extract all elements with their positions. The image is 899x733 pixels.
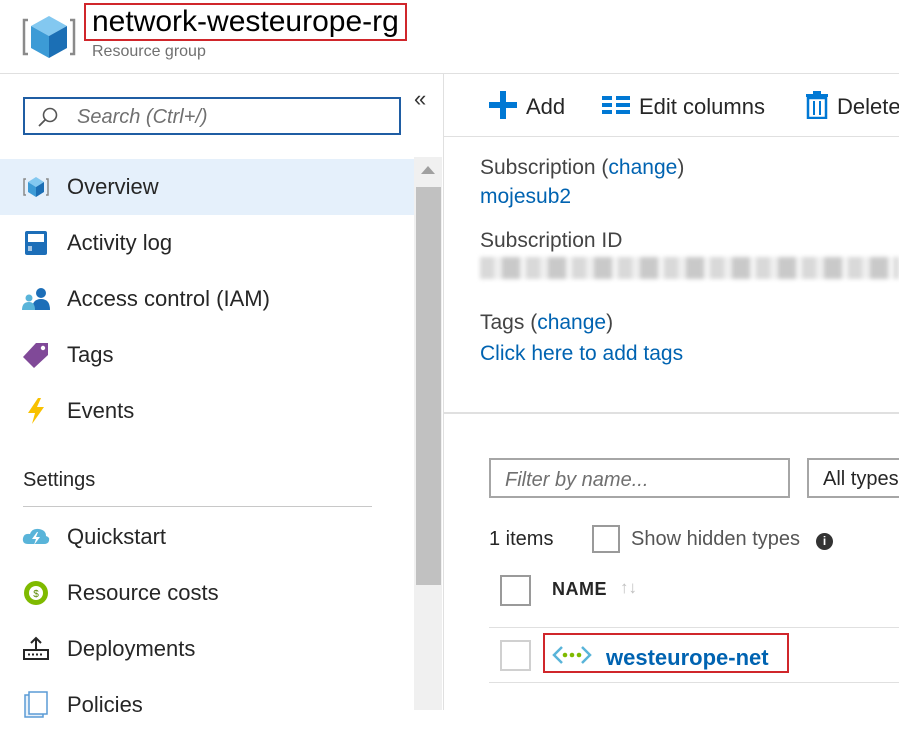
- sidebar-item-label: Deployments: [67, 636, 196, 661]
- add-button[interactable]: Add: [488, 90, 565, 124]
- sidebar-item-label: Resource costs: [67, 580, 219, 605]
- paren-close: ): [606, 311, 614, 334]
- row-divider: [489, 627, 899, 628]
- delete-button[interactable]: Delete: [805, 90, 899, 124]
- columns-icon: [601, 93, 631, 122]
- filter-box[interactable]: [489, 458, 790, 498]
- sidebar-item-label: Policies: [67, 692, 143, 717]
- subscription-value-link[interactable]: mojesub2: [480, 185, 571, 209]
- sidebar-item-label: Quickstart: [67, 524, 167, 549]
- items-count: 1 items: [489, 528, 554, 550]
- search-input[interactable]: [75, 103, 389, 131]
- sidebar-item-activity-log[interactable]: Activity log: [0, 215, 414, 271]
- subscription-id-label: Subscription ID: [480, 229, 623, 252]
- sidebar-item-events[interactable]: Events: [0, 383, 414, 439]
- svg-text:$: $: [33, 589, 39, 600]
- row-checkbox[interactable]: [500, 640, 531, 671]
- edit-columns-button[interactable]: Edit columns: [601, 90, 765, 124]
- row-divider: [489, 682, 899, 683]
- scrollbar-thumb[interactable]: [416, 187, 441, 585]
- sort-arrows-icon[interactable]: ↑↓: [620, 578, 637, 598]
- edit-columns-label: Edit columns: [639, 94, 765, 119]
- add-tags-link[interactable]: Click here to add tags: [480, 342, 683, 366]
- collapse-menu-button[interactable]: «: [414, 86, 426, 112]
- paren-close: ): [677, 156, 685, 179]
- policies-document-icon: [22, 691, 50, 719]
- settings-heading: Settings: [23, 469, 96, 491]
- tag-icon: [22, 341, 50, 369]
- toolbar-divider: [444, 136, 899, 137]
- pane-separator: [443, 74, 444, 710]
- subscription-label: Subscription: [480, 156, 596, 179]
- sidebar-item-policies[interactable]: Policies: [0, 677, 414, 733]
- types-dropdown[interactable]: All types: [807, 458, 899, 498]
- tags-label: Tags: [480, 311, 525, 334]
- scroll-up-arrow-icon[interactable]: [421, 166, 435, 174]
- cloud-lightning-icon: [22, 523, 50, 551]
- sidebar-item-label: Overview: [67, 174, 159, 199]
- trash-icon: [805, 90, 829, 124]
- sidebar-item-label: Tags: [67, 342, 114, 367]
- search-box[interactable]: [23, 97, 401, 135]
- lightning-icon: [22, 397, 50, 425]
- page-subtitle: Resource group: [92, 43, 206, 60]
- sidebar-item-label: Events: [67, 398, 135, 423]
- header-divider: [0, 73, 899, 74]
- change-tags-link[interactable]: change: [537, 311, 606, 334]
- resource-group-cube-icon: [22, 10, 76, 64]
- plus-icon: [488, 90, 518, 125]
- select-all-checkbox[interactable]: [500, 575, 531, 606]
- sidebar-item-deployments[interactable]: Deployments: [0, 621, 414, 677]
- virtual-network-icon: [552, 645, 592, 665]
- subscription-label-row: Subscription (change): [480, 156, 684, 180]
- sidebar-item-label: Activity log: [67, 230, 173, 255]
- resource-name-link[interactable]: westeurope-net: [606, 645, 769, 671]
- tags-label-row: Tags (change): [480, 311, 613, 335]
- deployments-upload-icon: [22, 635, 50, 663]
- delete-label: Delete: [837, 94, 899, 119]
- sidebar-item-access-control[interactable]: Access control (IAM): [0, 271, 414, 327]
- filter-by-name-input[interactable]: [503, 466, 777, 494]
- show-hidden-types-label[interactable]: Show hidden types: [631, 528, 800, 551]
- sidebar-item-tags[interactable]: Tags: [0, 327, 414, 383]
- cost-coin-icon: $: [22, 579, 50, 607]
- subscription-id-redacted: [480, 257, 899, 279]
- essentials-divider: [444, 412, 899, 414]
- add-label: Add: [526, 94, 566, 119]
- sidebar-item-resource-costs[interactable]: $ Resource costs: [0, 565, 414, 621]
- search-icon: [37, 106, 58, 127]
- overview-cube-icon: [22, 173, 50, 201]
- column-header-name[interactable]: NAME: [552, 579, 607, 600]
- show-hidden-types-checkbox[interactable]: [592, 525, 620, 553]
- activity-log-icon: [22, 229, 50, 257]
- change-subscription-link[interactable]: change: [608, 156, 677, 179]
- sidebar-item-quickstart[interactable]: Quickstart: [0, 509, 414, 565]
- info-icon[interactable]: i: [816, 533, 833, 550]
- iam-people-icon: [22, 285, 50, 313]
- page-title: network-westeurope-rg: [84, 3, 407, 41]
- sidebar-item-overview[interactable]: Overview: [0, 159, 414, 215]
- sidebar-item-label: Access control (IAM): [67, 286, 270, 311]
- settings-divider: [23, 506, 372, 507]
